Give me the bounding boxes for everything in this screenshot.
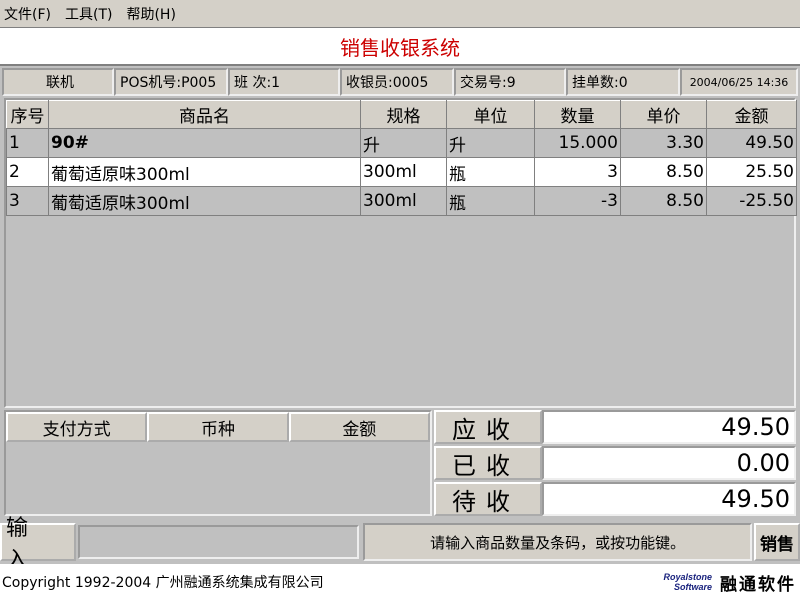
input-bar: 输入 请输入商品数量及条码，或按功能键。 销售 — [0, 516, 800, 573]
menu-file[interactable]: 文件(F) — [4, 4, 51, 24]
logo-en: Royalstone Software — [663, 572, 712, 592]
cell-unit: 瓶 — [446, 157, 535, 187]
items-grid[interactable]: 序号 商品名 规格 单位 数量 单价 金额 1 90# 升 升 15.000 3… — [4, 98, 797, 408]
cell-amount: -25.50 — [706, 186, 797, 216]
totals-panel: 应收 49.50 已收 0.00 待收 49.50 — [434, 410, 796, 518]
status-pos: POS机号:P005 — [114, 68, 228, 96]
status-bar: 联机 POS机号:P005 班 次:1 收银员:0005 交易号:9 挂单数:0… — [2, 68, 798, 96]
logo-cn: 融通软件 — [720, 574, 796, 595]
cell-unit: 升 — [446, 128, 535, 158]
total-due-row: 应收 49.50 — [434, 410, 796, 444]
total-remaining-row: 待收 49.50 — [434, 482, 796, 516]
status-transaction: 交易号:9 — [454, 68, 566, 96]
total-paid-value: 0.00 — [542, 446, 796, 480]
total-remaining-label: 待收 — [434, 482, 542, 516]
cell-spec: 300ml — [360, 186, 447, 216]
status-shift: 班 次:1 — [228, 68, 340, 96]
table-row[interactable]: 2 葡萄适原味300ml 300ml 瓶 3 8.50 25.50 — [6, 157, 797, 187]
menu-tools[interactable]: 工具(T) — [65, 4, 112, 24]
col-header-amount[interactable]: 金额 — [706, 100, 797, 129]
input-label: 输入 — [0, 516, 76, 573]
cell-qty: -3 — [534, 186, 621, 216]
col-header-name[interactable]: 商品名 — [48, 100, 361, 129]
cell-no: 3 — [6, 186, 49, 216]
sale-mode-indicator[interactable]: 销售 — [754, 523, 800, 561]
total-paid-label: 已收 — [434, 446, 542, 480]
menu-help[interactable]: 帮助(H) — [126, 4, 175, 24]
payment-col-method[interactable]: 支付方式 — [6, 412, 148, 442]
cell-no: 1 — [6, 128, 49, 158]
cell-qty: 3 — [534, 157, 621, 187]
status-cashier: 收银员:0005 — [340, 68, 454, 96]
col-header-spec[interactable]: 规格 — [360, 100, 447, 129]
total-due-label: 应收 — [434, 410, 542, 444]
cell-price: 3.30 — [620, 128, 707, 158]
status-online: 联机 — [2, 68, 114, 96]
footer: Copyright 1992-2004 广州融通系统集成有限公司 Royalst… — [0, 564, 800, 600]
table-row[interactable]: 1 90# 升 升 15.000 3.30 49.50 — [6, 128, 797, 158]
cell-no: 2 — [6, 157, 49, 187]
logo-en-line1: Royalstone — [663, 572, 712, 582]
payment-grid[interactable]: 支付方式 币种 金额 — [4, 410, 432, 516]
cell-amount: 49.50 — [706, 128, 797, 158]
col-header-qty[interactable]: 数量 — [534, 100, 621, 129]
table-row[interactable]: 3 葡萄适原味300ml 300ml 瓶 -3 8.50 -25.50 — [6, 186, 797, 216]
payment-col-currency[interactable]: 币种 — [147, 412, 289, 442]
cell-price: 8.50 — [620, 186, 707, 216]
company-logo: Royalstone Software 融通软件 — [663, 570, 796, 595]
logo-en-line2: Software — [673, 582, 712, 592]
total-remaining-value: 49.50 — [542, 482, 796, 516]
copyright-text: Copyright 1992-2004 广州融通系统集成有限公司 — [2, 575, 324, 591]
items-table: 序号 商品名 规格 单位 数量 单价 金额 1 90# 升 升 15.000 3… — [6, 100, 797, 216]
total-paid-row: 已收 0.00 — [434, 446, 796, 480]
cell-name: 90# — [48, 128, 361, 158]
table-header-row: 序号 商品名 规格 单位 数量 单价 金额 — [6, 100, 797, 129]
barcode-input[interactable] — [77, 525, 360, 559]
col-header-price[interactable]: 单价 — [620, 100, 707, 129]
payment-header-row: 支付方式 币种 金额 — [6, 412, 430, 442]
cell-qty: 15.000 — [534, 128, 621, 158]
total-due-value: 49.50 — [542, 410, 796, 444]
input-hint: 请输入商品数量及条码，或按功能键。 — [363, 523, 753, 561]
status-datetime: 2004/06/25 14:36 — [680, 68, 798, 96]
payment-col-amount[interactable]: 金额 — [288, 412, 430, 442]
cell-amount: 25.50 — [706, 157, 797, 187]
status-held-count: 挂单数:0 — [566, 68, 680, 96]
cell-spec: 300ml — [360, 157, 447, 187]
col-header-unit[interactable]: 单位 — [446, 100, 535, 129]
cell-name: 葡萄适原味300ml — [48, 186, 361, 216]
app-title: 销售收银系统 — [0, 28, 800, 66]
cell-price: 8.50 — [620, 157, 707, 187]
cell-unit: 瓶 — [446, 186, 535, 216]
cell-name: 葡萄适原味300ml — [48, 157, 361, 187]
menu-bar: 文件(F) 工具(T) 帮助(H) — [0, 0, 800, 28]
col-header-no[interactable]: 序号 — [6, 100, 49, 129]
cell-spec: 升 — [360, 128, 447, 158]
